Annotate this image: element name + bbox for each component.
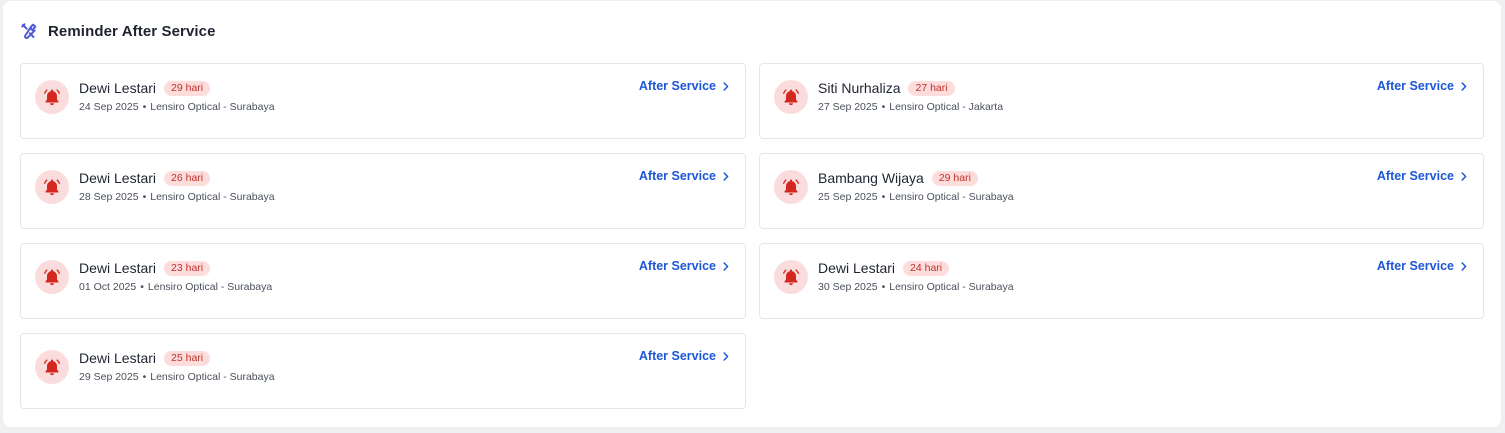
reminder-meta: 25 Sep 2025 • Lensiro Optical - Surabaya	[818, 191, 1014, 203]
customer-name: Dewi Lestari	[79, 170, 157, 186]
reminder-meta: 24 Sep 2025 • Lensiro Optical - Surabaya	[79, 101, 275, 113]
after-service-label: After Service	[638, 349, 716, 363]
after-service-link[interactable]: After Service	[639, 349, 729, 363]
reminder-meta: 30 Sep 2025 • Lensiro Optical - Surabaya	[818, 281, 1014, 293]
days-badge: 29 hari	[164, 80, 211, 96]
chevron-right-icon	[1461, 171, 1467, 181]
after-service-link[interactable]: After Service	[639, 79, 729, 93]
name-row: Bambang Wijaya 29 hari	[818, 169, 978, 187]
chevron-right-icon	[723, 351, 729, 361]
name-row: Dewi Lestari 25 hari	[79, 349, 211, 367]
store-location: Lensiro Optical - Surabaya	[150, 371, 275, 383]
bell-icon	[774, 260, 808, 294]
reminder-meta: 01 Oct 2025 • Lensiro Optical - Surabaya	[79, 281, 272, 293]
bell-icon	[35, 80, 69, 114]
service-date: 29 Sep 2025	[79, 371, 139, 383]
service-date: 24 Sep 2025	[79, 101, 139, 113]
after-service-link[interactable]: After Service	[1377, 259, 1467, 273]
reminder-card[interactable]: Bambang Wijaya 29 hari 25 Sep 2025 • Lensi…	[759, 153, 1484, 229]
days-badge: 26 hari	[164, 170, 211, 186]
customer-name: Dewi Lestari	[79, 80, 157, 96]
meta-separator: •	[142, 191, 147, 203]
service-date: 30 Sep 2025	[818, 281, 878, 293]
after-service-link[interactable]: After Service	[639, 169, 729, 183]
service-date: 01 Oct 2025	[79, 281, 137, 293]
after-service-link[interactable]: After Service	[1377, 79, 1467, 93]
tools-icon	[20, 22, 38, 40]
bell-icon	[35, 260, 69, 294]
customer-name: Dewi Lestari	[79, 260, 157, 276]
customer-name: Dewi Lestari	[818, 260, 896, 276]
meta-separator: •	[881, 101, 886, 113]
bell-icon	[35, 170, 69, 204]
after-service-label: After Service	[638, 79, 716, 93]
meta-separator: •	[142, 371, 147, 383]
after-service-label: After Service	[638, 169, 716, 183]
chevron-right-icon	[723, 171, 729, 181]
panel-header: Reminder After Service	[20, 20, 216, 42]
store-location: Lensiro Optical - Surabaya	[889, 191, 1014, 203]
after-service-label: After Service	[1376, 79, 1454, 93]
store-location: Lensiro Optical - Surabaya	[147, 281, 273, 293]
reminder-card[interactable]: Dewi Lestari 23 hari 01 Oct 2025 • Lensiro…	[20, 243, 746, 319]
after-service-link[interactable]: After Service	[1377, 169, 1467, 183]
customer-name: Siti Nurhaliza	[818, 80, 901, 96]
service-date: 25 Sep 2025	[818, 191, 878, 203]
reminder-panel: Reminder After Service Dewi Lestari 29 h…	[3, 1, 1501, 427]
reminder-meta: 29 Sep 2025 • Lensiro Optical - Surabaya	[79, 371, 275, 383]
meta-separator: •	[881, 191, 886, 203]
store-location: Lensiro Optical - Surabaya	[150, 101, 275, 113]
bell-icon	[774, 170, 808, 204]
reminder-card[interactable]: Dewi Lestari 25 hari 29 Sep 2025 • Lensiro…	[20, 333, 746, 409]
store-location: Lensiro Optical - Jakarta	[889, 101, 1004, 113]
store-location: Lensiro Optical - Surabaya	[150, 191, 275, 203]
reminder-meta: 27 Sep 2025 • Lensiro Optical - Jakarta	[818, 101, 1003, 113]
service-date: 28 Sep 2025	[79, 191, 139, 203]
reminder-card[interactable]: Dewi Lestari 24 hari 30 Sep 2025 • Lensiro…	[759, 243, 1484, 319]
customer-name: Dewi Lestari	[79, 350, 157, 366]
after-service-link[interactable]: After Service	[639, 259, 729, 273]
after-service-label: After Service	[638, 259, 716, 273]
reminder-card[interactable]: Dewi Lestari 29 hari 24 Sep 2025 • Lensiro…	[20, 63, 746, 139]
chevron-right-icon	[1461, 81, 1467, 91]
service-date: 27 Sep 2025	[818, 101, 878, 113]
customer-name: Bambang Wijaya	[818, 170, 924, 186]
panel-title: Reminder After Service	[48, 22, 216, 40]
chevron-right-icon	[1461, 261, 1467, 271]
chevron-right-icon	[723, 261, 729, 271]
name-row: Dewi Lestari 29 hari	[79, 79, 211, 97]
days-badge: 27 hari	[908, 80, 955, 96]
meta-separator: •	[142, 101, 147, 113]
name-row: Siti Nurhaliza 27 hari	[818, 79, 955, 97]
meta-separator: •	[881, 281, 886, 293]
reminder-meta: 28 Sep 2025 • Lensiro Optical - Surabaya	[79, 191, 275, 203]
meta-separator: •	[140, 281, 144, 293]
after-service-label: After Service	[1376, 259, 1454, 273]
bell-icon	[774, 80, 808, 114]
reminder-card[interactable]: Dewi Lestari 26 hari 28 Sep 2025 • Lensiro…	[20, 153, 746, 229]
days-badge: 24 hari	[903, 260, 950, 276]
after-service-label: After Service	[1376, 169, 1454, 183]
bell-icon	[35, 350, 69, 384]
name-row: Dewi Lestari 24 hari	[818, 259, 950, 277]
days-badge: 23 hari	[164, 260, 211, 276]
days-badge: 25 hari	[164, 350, 211, 366]
reminder-card[interactable]: Siti Nurhaliza 27 hari 27 Sep 2025 • Lensi…	[759, 63, 1484, 139]
store-location: Lensiro Optical - Surabaya	[889, 281, 1014, 293]
reminder-list: Dewi Lestari 29 hari 24 Sep 2025 • Lensiro…	[20, 63, 1484, 409]
chevron-right-icon	[723, 81, 729, 91]
days-badge: 29 hari	[931, 170, 978, 186]
name-row: Dewi Lestari 23 hari	[79, 259, 211, 277]
name-row: Dewi Lestari 26 hari	[79, 169, 211, 187]
